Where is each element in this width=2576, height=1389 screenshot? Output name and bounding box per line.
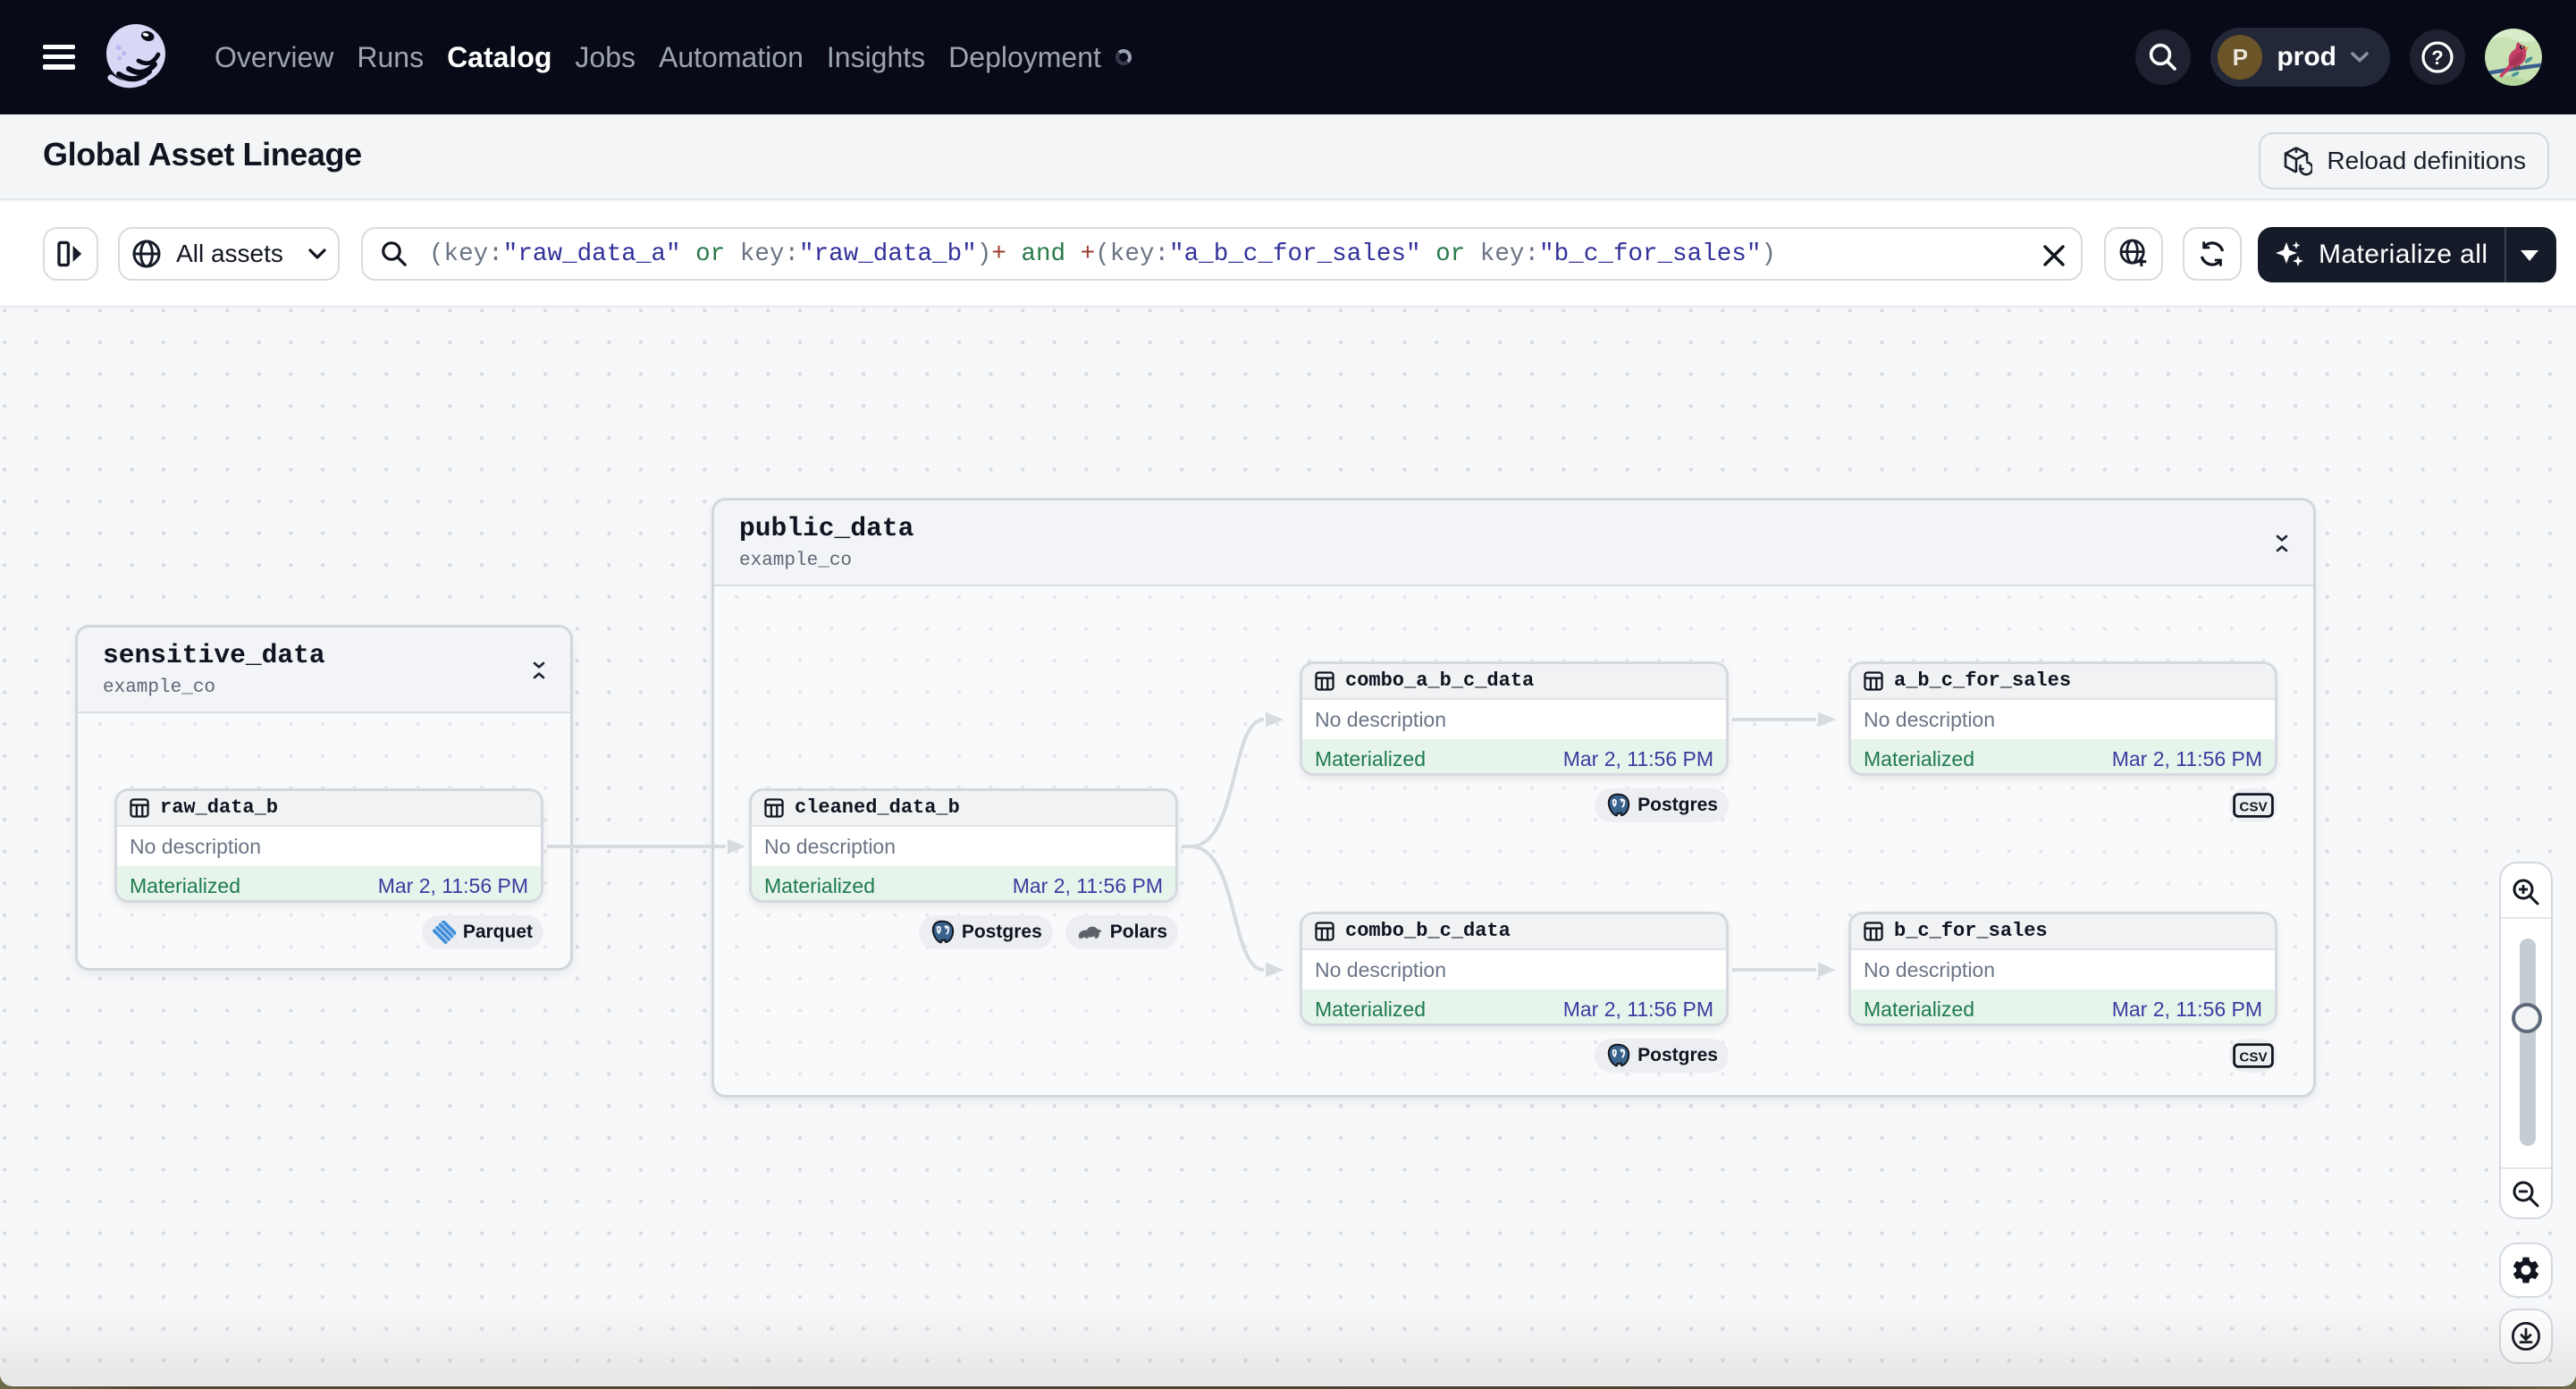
svg-text:CSV: CSV <box>2239 799 2268 814</box>
svg-text:CSV: CSV <box>2239 1049 2268 1065</box>
svg-text:?: ? <box>2431 46 2443 69</box>
